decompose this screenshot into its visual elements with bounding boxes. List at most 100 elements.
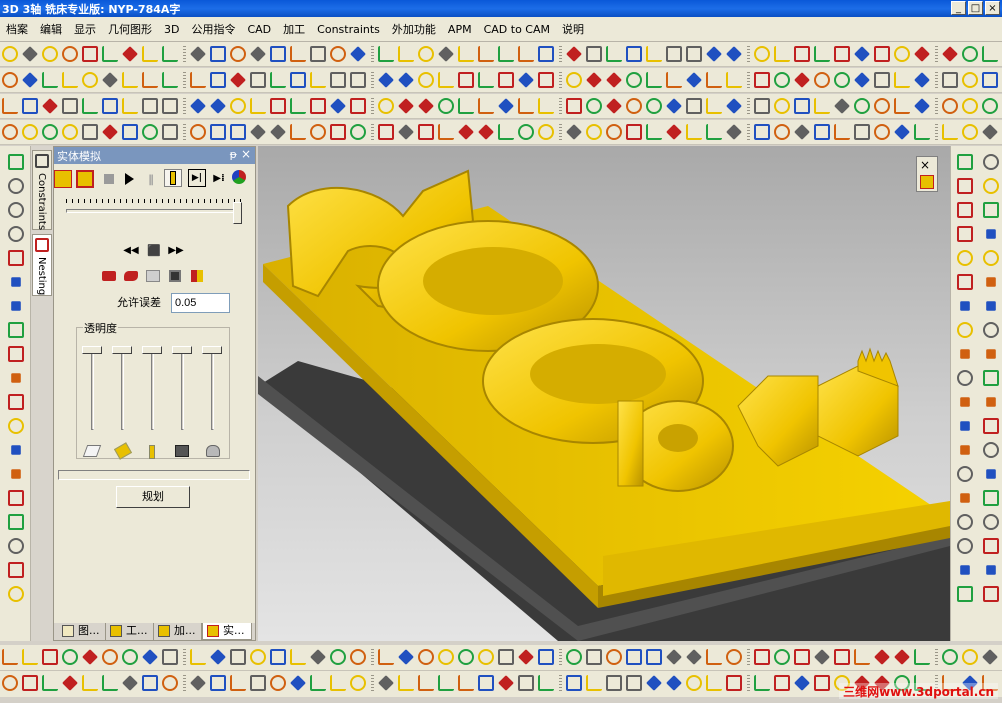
- maximize-button[interactable]: □: [968, 1, 983, 15]
- toolbar-tool-icon[interactable]: [458, 675, 474, 691]
- toolbar-tool-icon[interactable]: [646, 46, 662, 62]
- toolbar-tool-icon[interactable]: [706, 649, 722, 665]
- toolbar-tool-icon[interactable]: [962, 649, 978, 665]
- slider-thumb[interactable]: [142, 346, 162, 354]
- 3d-viewport[interactable]: ×: [258, 146, 950, 641]
- toolbar-tool-icon[interactable]: [250, 649, 266, 665]
- toolbar-tool-icon[interactable]: [210, 72, 226, 88]
- toolbar-tool-icon[interactable]: [458, 649, 474, 665]
- step-display-icon[interactable]: ▶|: [188, 169, 206, 187]
- side-tool-icon[interactable]: [8, 346, 24, 362]
- toolbar-tool-icon[interactable]: [606, 649, 622, 665]
- side-tool-icon[interactable]: [8, 538, 24, 554]
- toolbar-tool-icon[interactable]: [190, 675, 206, 691]
- menu-cad-to-cam[interactable]: CAD to CAM: [478, 17, 556, 42]
- side-tool-icon[interactable]: [983, 370, 999, 386]
- tab-constraints[interactable]: Constraints: [32, 150, 52, 230]
- toolbar-tool-icon[interactable]: [250, 675, 266, 691]
- toolbar-tool-icon[interactable]: [102, 649, 118, 665]
- toolbar-tool-icon[interactable]: [22, 46, 38, 62]
- toolbar-tool-icon[interactable]: [794, 649, 810, 665]
- toolbar-tool-icon[interactable]: [42, 649, 58, 665]
- toolbar-tool-icon[interactable]: [398, 675, 414, 691]
- toolbar-tool-icon[interactable]: [210, 46, 226, 62]
- toolbar-tool-icon[interactable]: [378, 124, 394, 140]
- toolbar-tool-icon[interactable]: [122, 46, 138, 62]
- toolbar-tool-icon[interactable]: [310, 46, 326, 62]
- toolbar-tool-icon[interactable]: [794, 124, 810, 140]
- toolbar-tool-icon[interactable]: [794, 72, 810, 88]
- clear-icon[interactable]: [144, 267, 162, 285]
- toolbar-tool-icon[interactable]: [102, 675, 118, 691]
- toolbar-tool-icon[interactable]: [42, 72, 58, 88]
- toolbar-tool-icon[interactable]: [438, 649, 454, 665]
- side-tool-icon[interactable]: [8, 514, 24, 530]
- toolbar-tool-icon[interactable]: [478, 675, 494, 691]
- toolbar-tool-icon[interactable]: [518, 46, 534, 62]
- toolbar-tool-icon[interactable]: [438, 124, 454, 140]
- side-tool-icon[interactable]: [11, 445, 21, 455]
- load-stock-icon[interactable]: [100, 267, 118, 285]
- side-tool-icon[interactable]: [8, 562, 24, 578]
- toolbar-tool-icon[interactable]: [894, 649, 910, 665]
- toolbar-tool-icon[interactable]: [982, 649, 998, 665]
- toolbar-tool-icon[interactable]: [478, 98, 494, 114]
- toolbar-tool-icon[interactable]: [310, 98, 326, 114]
- toolbar-tool-icon[interactable]: [962, 124, 978, 140]
- toolbar-tool-icon[interactable]: [706, 124, 722, 140]
- toolbar-tool-icon[interactable]: [538, 675, 554, 691]
- side-tool-icon[interactable]: [957, 226, 973, 242]
- toolbar-tool-icon[interactable]: [418, 649, 434, 665]
- toolbar-tool-icon[interactable]: [942, 72, 958, 88]
- toolbar-grip[interactable]: [183, 124, 186, 141]
- toolbar-tool-icon[interactable]: [754, 124, 770, 140]
- pause-icon[interactable]: ∥: [142, 170, 160, 188]
- toolbar-tool-icon[interactable]: [250, 72, 266, 88]
- toolbar-tool-icon[interactable]: [378, 46, 394, 62]
- slider-thumb[interactable]: [112, 346, 132, 354]
- toolbar-tool-icon[interactable]: [22, 649, 38, 665]
- menu-view[interactable]: 显示: [68, 17, 102, 42]
- toolbar-tool-icon[interactable]: [914, 649, 930, 665]
- toolbar-tool-icon[interactable]: [458, 46, 474, 62]
- side-tool-icon[interactable]: [983, 514, 999, 530]
- side-tool-icon[interactable]: [8, 250, 24, 266]
- toolbar-tool-icon[interactable]: [586, 124, 602, 140]
- transparency-slider-2[interactable]: [112, 346, 132, 432]
- toolbar-tool-icon[interactable]: [190, 46, 206, 62]
- step-icon[interactable]: [76, 170, 94, 188]
- tab-work[interactable]: 工...: [106, 623, 154, 640]
- toolbar-tool-icon[interactable]: [378, 649, 394, 665]
- toolbar-tool-icon[interactable]: [62, 124, 78, 140]
- speed-slider-thumb[interactable]: [233, 202, 242, 224]
- menu-3d[interactable]: 3D: [158, 17, 185, 42]
- toolbar-grip[interactable]: [183, 675, 186, 692]
- toolbar-tool-icon[interactable]: [854, 46, 870, 62]
- toolbar-grip[interactable]: [559, 675, 562, 692]
- toolbar-tool-icon[interactable]: [290, 649, 306, 665]
- toolbar-tool-icon[interactable]: [378, 72, 394, 88]
- toolbar-tool-icon[interactable]: [82, 649, 98, 665]
- toolbar-tool-icon[interactable]: [378, 98, 394, 114]
- toolbar-tool-icon[interactable]: [606, 72, 622, 88]
- toolbar-tool-icon[interactable]: [586, 72, 602, 88]
- toolbar-grip[interactable]: [747, 72, 750, 89]
- menu-file[interactable]: 档案: [0, 17, 34, 42]
- toolbar-tool-icon[interactable]: [706, 72, 722, 88]
- toolbar-tool-icon[interactable]: [794, 675, 810, 691]
- toolbar-tool-icon[interactable]: [102, 98, 118, 114]
- toolbar-tool-icon[interactable]: [626, 649, 642, 665]
- toolbar-tool-icon[interactable]: [666, 675, 682, 691]
- toolbar-tool-icon[interactable]: [250, 46, 266, 62]
- toolbar-tool-icon[interactable]: [270, 46, 286, 62]
- toolbar-tool-icon[interactable]: [874, 124, 890, 140]
- viewport-close-button[interactable]: ×: [920, 158, 930, 172]
- toolbar-tool-icon[interactable]: [310, 675, 326, 691]
- menu-machining[interactable]: 加工: [277, 17, 311, 42]
- transparency-slider-5[interactable]: [202, 346, 222, 432]
- toolbar-tool-icon[interactable]: [350, 675, 366, 691]
- toolbar-tool-icon[interactable]: [538, 72, 554, 88]
- toolbar-tool-icon[interactable]: [666, 72, 682, 88]
- toolbar-tool-icon[interactable]: [626, 72, 642, 88]
- menu-constraints[interactable]: Constraints: [311, 17, 386, 42]
